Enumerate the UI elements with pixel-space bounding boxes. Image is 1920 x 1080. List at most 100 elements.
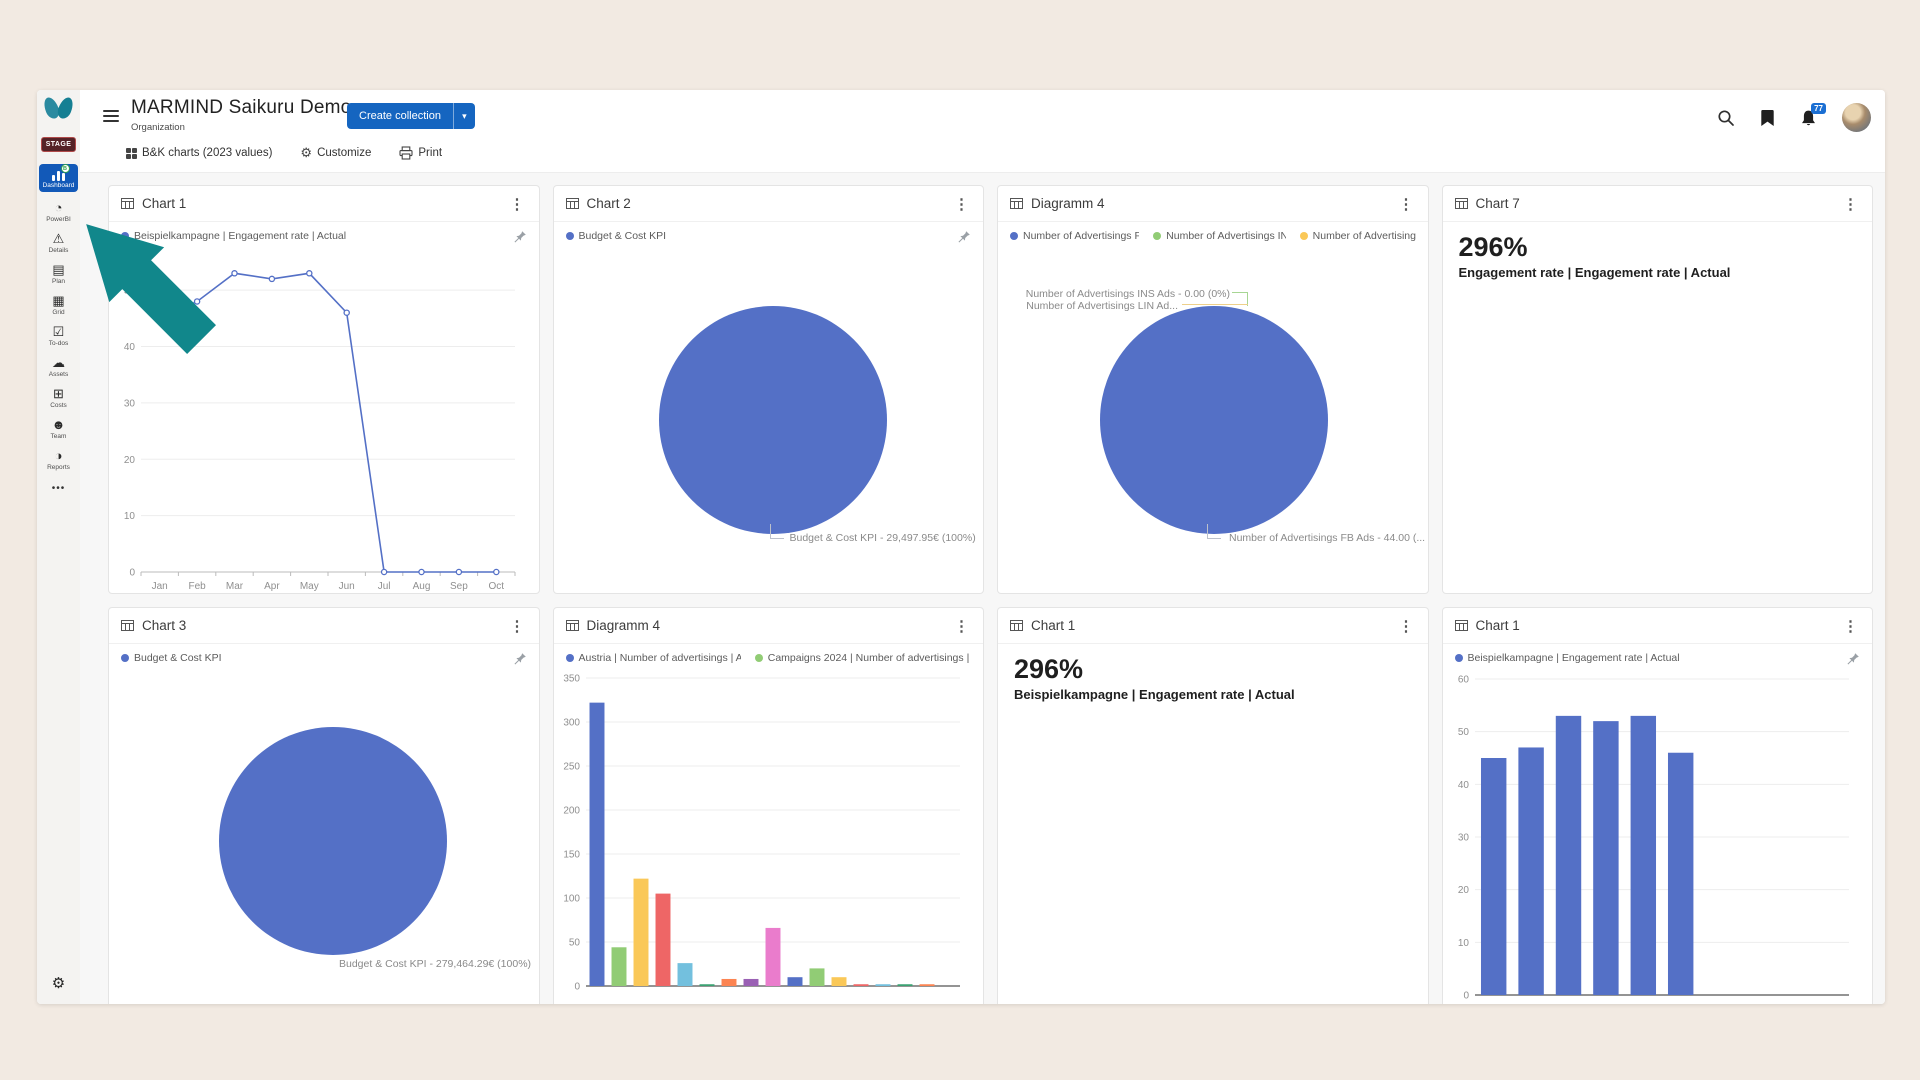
pin-icon[interactable]	[513, 230, 527, 244]
line-chart[interactable]: 01020304050JanFebMarAprMayJunJulAugSepOc…	[109, 246, 539, 593]
dashboard-grid: Chart 1 ⋮ Beispielkampagne | Engagement …	[80, 172, 1885, 1004]
page-title: MARMIND Saikuru Demo	[131, 97, 351, 119]
customize-button[interactable]: ⚙ Customize	[300, 145, 371, 161]
printer-icon	[399, 146, 413, 160]
legend-item[interactable]: Number of Advertisings INS Ads	[1153, 230, 1286, 242]
sidebar-item-reports[interactable]: ◑ Reports	[39, 449, 78, 471]
svg-text:350: 350	[563, 674, 580, 685]
kebab-menu-icon[interactable]: ⋮	[1397, 195, 1416, 213]
svg-text:50: 50	[124, 286, 136, 297]
card-header: Chart 7 ⋮	[1443, 186, 1873, 222]
sidebar-item-label: To-dos	[49, 340, 69, 347]
search-icon[interactable]	[1717, 109, 1735, 127]
notifications-bell-icon[interactable]: 77	[1800, 109, 1817, 127]
legend-label: Beispielkampagne | Engagement rate | Act…	[1468, 652, 1680, 664]
marmind-logo-icon[interactable]	[42, 94, 76, 124]
sidebar-item-dashboard[interactable]: B Dashboard	[39, 164, 78, 192]
legend-dot	[566, 654, 574, 662]
sidebar-item-todos[interactable]: ☑ To-dos	[39, 325, 78, 347]
card-title: Chart 3	[142, 618, 186, 633]
bookmark-icon[interactable]	[1760, 109, 1775, 127]
sidebar-item-team[interactable]: ☻ Team	[39, 418, 78, 440]
legend-row: Beispielkampagne | Engagement rate | Act…	[109, 222, 539, 246]
sidebar-item-label: Assets	[49, 371, 69, 378]
legend-item[interactable]: Austria | Number of advertisings | Actua…	[566, 652, 741, 664]
chevron-down-icon[interactable]: ▾	[453, 103, 475, 129]
sidebar-item-label: Costs	[50, 402, 67, 409]
pin-icon[interactable]	[957, 230, 971, 244]
board-grid-icon	[126, 148, 137, 159]
bar-chart[interactable]: 0102030405060	[1443, 668, 1873, 1004]
legend-item[interactable]: Beispielkampagne | Engagement rate | Act…	[1455, 652, 1680, 664]
svg-text:10: 10	[1457, 938, 1469, 949]
legend-item[interactable]: Number of Advertisings LI...	[1300, 230, 1416, 242]
bar-chart[interactable]: 050100150200250300350	[554, 668, 984, 1004]
svg-text:Apr: Apr	[264, 581, 280, 592]
sidebar: STAGE B Dashboard ◔ PowerBI ⚠ Details ▤ …	[37, 90, 80, 1004]
card-header: Diagramm 4 ⋮	[554, 608, 984, 644]
legend-dot	[121, 232, 129, 240]
kpi-caption: Engagement rate | Engagement rate | Actu…	[1459, 265, 1873, 280]
print-button[interactable]: Print	[399, 146, 442, 160]
app-window: STAGE B Dashboard ◔ PowerBI ⚠ Details ▤ …	[37, 90, 1885, 1004]
kebab-menu-icon[interactable]: ⋮	[1841, 617, 1860, 635]
legend-row: Number of Advertisings FB Ads Number of …	[998, 222, 1428, 246]
sidebar-item-powerbi[interactable]: ◔ PowerBI	[39, 201, 78, 223]
people-icon: ☻	[52, 418, 66, 432]
pin-icon[interactable]	[513, 652, 527, 666]
kebab-menu-icon[interactable]: ⋮	[1397, 617, 1416, 635]
svg-text:0: 0	[1463, 991, 1469, 1002]
main-header: MARMIND Saikuru Demo Organization Create…	[80, 90, 1885, 172]
legend-dot	[1010, 232, 1018, 240]
customize-label: Customize	[317, 147, 371, 159]
card-header: Chart 1 ⋮	[109, 186, 539, 222]
user-avatar[interactable]	[1842, 103, 1871, 132]
create-collection-label: Create collection	[347, 103, 453, 129]
sidebar-item-plan[interactable]: ▤ Plan	[39, 263, 78, 285]
sidebar-item-grid[interactable]: ▦ Grid	[39, 294, 78, 316]
svg-text:100: 100	[563, 894, 580, 905]
toolbar-row: B&K charts (2023 values) ⚙ Customize Pri…	[126, 145, 442, 161]
board-selector[interactable]: B&K charts (2023 values)	[126, 147, 272, 159]
card-chart-3-pie: Chart 3 ⋮ Budget & Cost KPI Budget & Cos…	[108, 607, 540, 1004]
svg-text:May: May	[300, 581, 319, 592]
pie-chart[interactable]: Number of Advertisings INS Ads - 0.00 (0…	[998, 246, 1428, 593]
pie-callout: Budget & Cost KPI - 29,497.95€ (100%)	[790, 532, 976, 544]
pie-callout: Number of Advertisings INS Ads - 0.00 (0…	[998, 288, 1230, 300]
create-collection-button[interactable]: Create collection ▾	[347, 103, 475, 129]
legend-item[interactable]: Number of Advertisings FB Ads	[1010, 230, 1139, 242]
title-wrap: MARMIND Saikuru Demo Organization	[131, 97, 351, 133]
legend-item[interactable]: Beispielkampagne | Engagement rate | Act…	[121, 230, 346, 242]
kebab-menu-icon[interactable]: ⋮	[952, 617, 971, 635]
pie-chart[interactable]: Budget & Cost KPI - 29,497.95€ (100%)	[554, 246, 984, 593]
calculator-icon: ⊞	[53, 387, 64, 401]
pin-icon[interactable]	[1846, 652, 1860, 666]
svg-text:50: 50	[568, 938, 580, 949]
pie-chart[interactable]: Budget & Cost KPI - 279,464.29€ (100%)	[109, 668, 539, 1004]
sidebar-item-details[interactable]: ⚠ Details	[39, 232, 78, 254]
legend-label: Austria | Number of advertisings | Actua…	[579, 652, 741, 664]
kebab-menu-icon[interactable]: ⋮	[952, 195, 971, 213]
checkbox-calendar-icon: ☑	[53, 325, 65, 339]
header-right-icons: 77	[1717, 103, 1871, 132]
hamburger-menu-icon[interactable]	[103, 110, 119, 125]
settings-gear-icon[interactable]: ⚙	[52, 974, 65, 992]
legend-dot	[1153, 232, 1161, 240]
card-header: Diagramm 4 ⋮	[998, 186, 1428, 222]
svg-text:20: 20	[1457, 885, 1469, 896]
sidebar-item-label: PowerBI	[46, 216, 71, 223]
card-chart-2-pie: Chart 2 ⋮ Budget & Cost KPI Budget & Cos…	[553, 185, 985, 594]
warning-triangle-icon: ⚠	[53, 232, 65, 246]
kebab-menu-icon[interactable]: ⋮	[1841, 195, 1860, 213]
kebab-menu-icon[interactable]: ⋮	[508, 617, 527, 635]
sidebar-item-costs[interactable]: ⊞ Costs	[39, 387, 78, 409]
legend-item[interactable]: Budget & Cost KPI	[566, 230, 667, 242]
sidebar-item-assets[interactable]: ☁ Assets	[39, 356, 78, 378]
kebab-menu-icon[interactable]: ⋮	[508, 195, 527, 213]
card-diagramm-4-pie: Diagramm 4 ⋮ Number of Advertisings FB A…	[997, 185, 1429, 594]
svg-text:Mar: Mar	[226, 581, 244, 592]
sidebar-item-label: Plan	[52, 278, 65, 285]
sidebar-more-icon[interactable]: •••	[52, 483, 66, 494]
legend-item[interactable]: Campaigns 2024 | Number of advertisings …	[755, 652, 971, 664]
legend-item[interactable]: Budget & Cost KPI	[121, 652, 222, 664]
